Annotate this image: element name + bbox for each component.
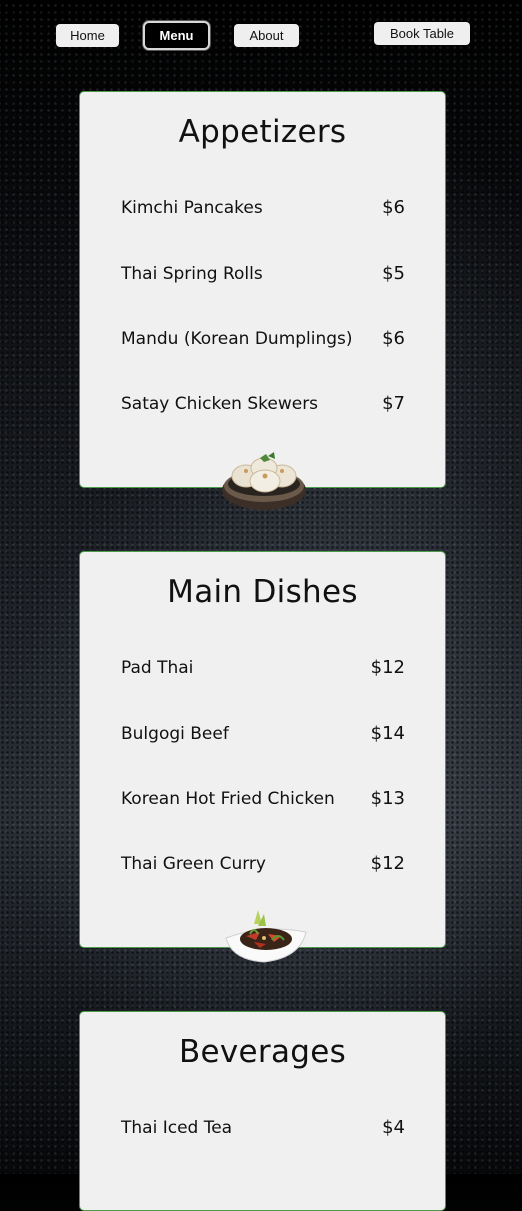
item-name: Bulgogi Beef [121,723,229,744]
menu-item: Korean Hot Fried Chicken $13 [121,788,405,809]
menu-item: Bulgogi Beef $14 [121,723,405,744]
menu-item: Satay Chicken Skewers $7 [121,393,405,414]
menu-card-appetizers: Appetizers Kimchi Pancakes $6 Thai Sprin… [79,91,446,510]
menu-item: Kimchi Pancakes $6 [121,197,405,218]
nav-about-button[interactable]: About [234,24,299,47]
item-price: $6 [382,197,405,218]
item-price: $6 [382,328,405,349]
item-price: $5 [382,263,405,284]
section-title: Appetizers [178,114,347,150]
item-price: $14 [370,723,405,744]
nav-home-button[interactable]: Home [56,24,119,47]
nav-menu-button[interactable]: Menu [143,21,210,50]
menu-item: Mandu (Korean Dumplings) $6 [121,328,405,349]
item-price: $4 [382,1117,405,1138]
menu-card-main-dishes: Main Dishes Pad Thai $12 Bulgogi Beef $1… [79,551,446,963]
menu-card-beverages: Beverages Thai Iced Tea $4 [79,1011,446,1211]
item-price: $13 [370,788,405,809]
dumplings-plate-image [222,452,306,510]
item-price: $12 [370,853,405,874]
item-price: $7 [382,393,405,414]
item-name: Satay Chicken Skewers [121,393,319,414]
menu-item: Thai Spring Rolls $5 [121,263,405,284]
menu-item: Thai Green Curry $12 [121,853,405,874]
item-name: Pad Thai [121,657,194,678]
menu-item: Pad Thai $12 [121,657,405,678]
section-title: Beverages [178,1034,347,1070]
item-name: Thai Green Curry [121,853,266,874]
item-name: Kimchi Pancakes [121,197,263,218]
menu-item: Thai Iced Tea $4 [121,1117,405,1138]
stir-fry-bowl-image [225,910,307,963]
item-price: $12 [370,657,405,678]
item-name: Thai Iced Tea [121,1117,233,1138]
item-name: Korean Hot Fried Chicken [121,788,335,809]
item-name: Mandu (Korean Dumplings) [121,328,353,349]
book-table-button[interactable]: Book Table [374,22,470,45]
section-title: Main Dishes [167,574,358,610]
top-navigation: Home Menu About Book Table [0,0,522,70]
item-name: Thai Spring Rolls [121,263,263,284]
